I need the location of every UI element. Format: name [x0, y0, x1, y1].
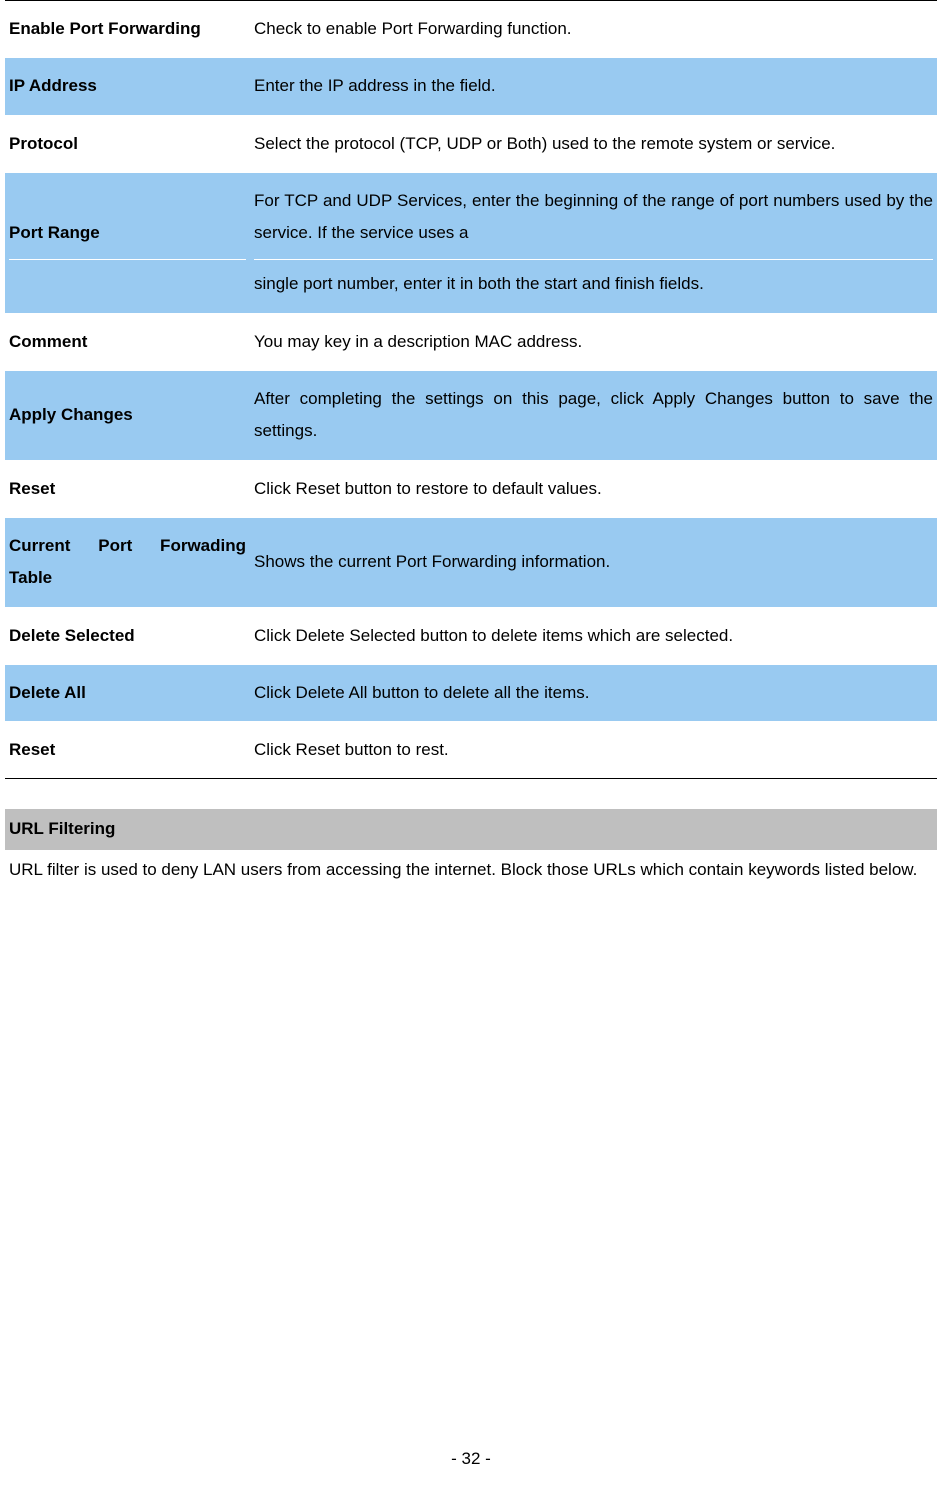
row-label: Protocol	[5, 115, 250, 172]
port-forwarding-desc-table: Enable Port Forwarding Check to enable P…	[5, 0, 937, 779]
row-value: You may key in a description MAC address…	[250, 313, 937, 370]
row-value: Check to enable Port Forwarding function…	[250, 1, 937, 58]
row-value: Enter the IP address in the field.	[250, 58, 937, 115]
row-value: Click Delete Selected button to delete i…	[250, 607, 937, 664]
row-label: Reset	[5, 722, 250, 779]
table-row: Enable Port Forwarding Check to enable P…	[5, 1, 937, 58]
table-row: Comment You may key in a description MAC…	[5, 313, 937, 370]
row-label: Comment	[5, 313, 250, 370]
row-label: Enable Port Forwarding	[5, 1, 250, 58]
table-row: Apply Changes After completing the setti…	[5, 371, 937, 461]
row-label: Current Port Forwading Table	[5, 517, 250, 607]
table-row: Reset Click Reset button to rest.	[5, 722, 937, 779]
row-label: Reset	[5, 460, 250, 517]
table-row: Delete Selected Click Delete Selected bu…	[5, 607, 937, 664]
table-row: IP Address Enter the IP address in the f…	[5, 58, 937, 115]
page-number: - 32 -	[0, 1443, 942, 1475]
table-row: Delete All Click Delete All button to de…	[5, 664, 937, 721]
row-label: IP Address	[5, 58, 250, 115]
row-value: Select the protocol (TCP, UDP or Both) u…	[250, 115, 937, 172]
row-value: Click Delete All button to delete all th…	[250, 664, 937, 721]
url-filtering-body: URL filter is used to deny LAN users fro…	[5, 850, 937, 886]
row-label: Delete All	[5, 664, 250, 721]
row-label: Delete Selected	[5, 607, 250, 664]
url-filtering-header: URL Filtering	[5, 809, 937, 849]
row-value: Click Reset button to rest.	[250, 722, 937, 779]
row-label: Port Range	[5, 172, 250, 313]
row-value: For TCP and UDP Services, enter the begi…	[250, 172, 937, 313]
table-row: Port Range For TCP and UDP Services, ent…	[5, 172, 937, 313]
row-label: Apply Changes	[5, 371, 250, 461]
table-row: Reset Click Reset button to restore to d…	[5, 460, 937, 517]
table-row: Current Port Forwading Table Shows the c…	[5, 517, 937, 607]
row-value: Shows the current Port Forwarding inform…	[250, 517, 937, 607]
row-value: After completing the settings on this pa…	[250, 371, 937, 461]
row-value: Click Reset button to restore to default…	[250, 460, 937, 517]
table-row: Protocol Select the protocol (TCP, UDP o…	[5, 115, 937, 172]
